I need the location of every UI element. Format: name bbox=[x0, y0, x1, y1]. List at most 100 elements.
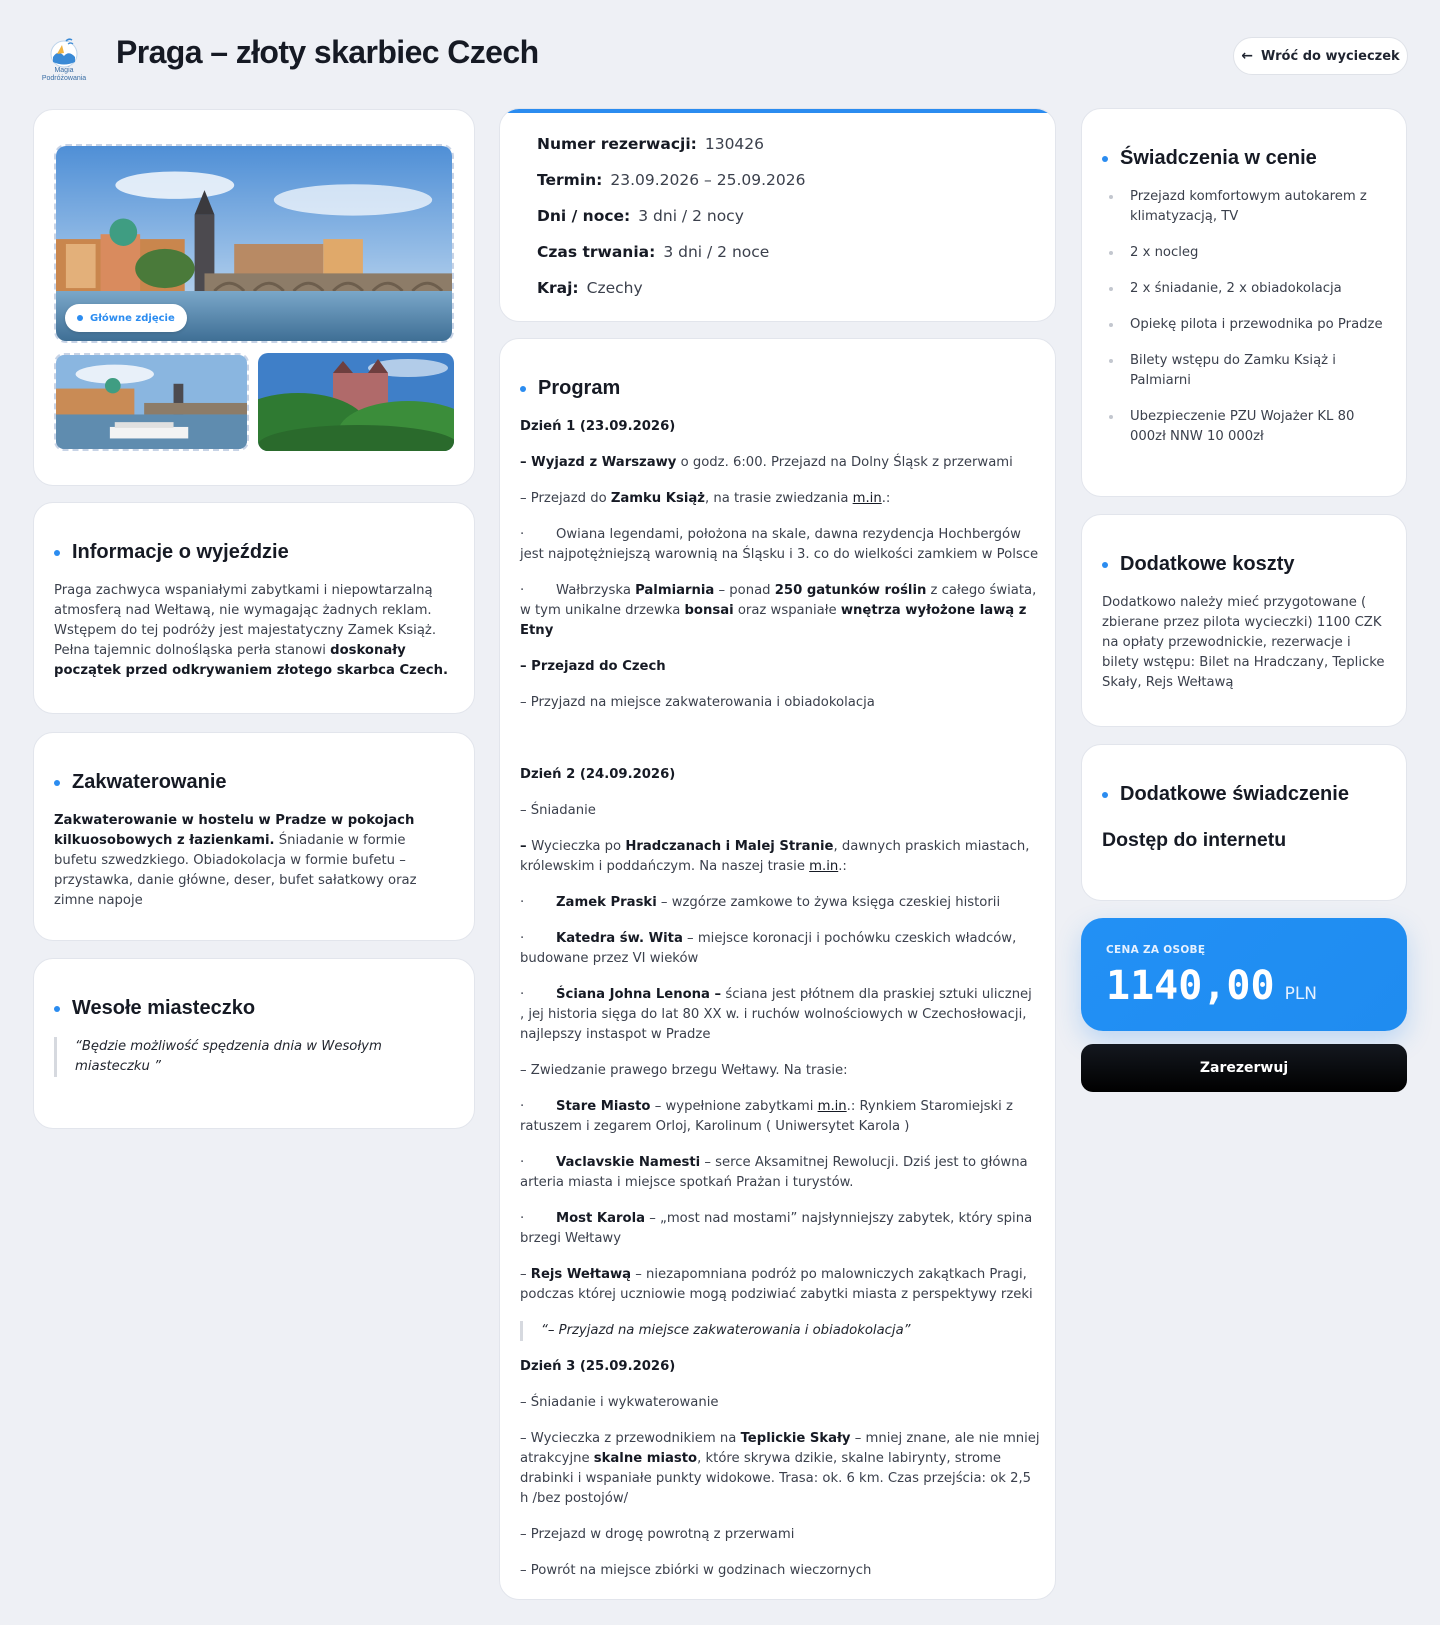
booking-label: Termin: bbox=[537, 171, 603, 189]
thumbnail-photo-2[interactable] bbox=[258, 353, 454, 451]
price-amount: 1140,00 PLN bbox=[1106, 963, 1317, 1009]
back-to-trips-button[interactable]: ← Wróć do wycieczek bbox=[1233, 37, 1408, 75]
bullet-icon: · bbox=[520, 1099, 525, 1114]
booking-row-number: Numer rezerwacji: 130426 bbox=[537, 135, 764, 153]
program-line: – Zwiedzanie prawego brzegu Wełtawy. Na … bbox=[520, 1061, 1040, 1081]
heading-dot-icon bbox=[1102, 561, 1108, 568]
underlined-link[interactable]: m.in bbox=[853, 491, 882, 506]
program-line: – Przyjazd na miejsce zakwaterowania i o… bbox=[520, 693, 1040, 713]
text-bold: Stare Miasto bbox=[556, 1099, 651, 1114]
heading-dot-icon bbox=[54, 1005, 60, 1012]
program-heading: Program bbox=[520, 377, 620, 400]
text-bold: – Przejazd do Czech bbox=[520, 659, 666, 674]
list-item: Bilety wstępu do Zamku Książ i Palmiarni bbox=[1102, 351, 1392, 391]
list-item: 2 x śniadanie, 2 x obiadokolacja bbox=[1102, 279, 1392, 299]
heading-dot-icon bbox=[1102, 155, 1108, 162]
included-heading: Świadczenia w cenie bbox=[1102, 147, 1317, 170]
program-bullet: · Most Karola – „most nad mostami” najsły… bbox=[520, 1209, 1040, 1249]
thumbnail-photo-1[interactable] bbox=[54, 353, 249, 451]
text: – bbox=[520, 1267, 531, 1282]
reserve-button[interactable]: Zarezerwuj bbox=[1081, 1044, 1407, 1092]
program-line: – Przejazd do Zamku Książ, na trasie zwi… bbox=[520, 489, 1040, 509]
list-item: Przejazd komfortowym autokarem z klimaty… bbox=[1102, 187, 1392, 227]
text: – Śniadanie bbox=[520, 803, 596, 818]
text: – Powrót na miejsce zbiórki w godzinach … bbox=[520, 1563, 872, 1578]
trip-info-card: Informacje o wyjeździe Praga zachwyca ws… bbox=[33, 502, 475, 714]
price-value: 1140,00 bbox=[1106, 963, 1275, 1009]
text: – Wycieczka z przewodnikiem na bbox=[520, 1431, 741, 1446]
booking-label: Kraj: bbox=[537, 279, 579, 297]
underlined-link[interactable]: m.in bbox=[809, 859, 838, 874]
text: o godz. 6:00. Przejazd na Dolny Śląsk z … bbox=[676, 455, 1013, 470]
trip-info-title: Informacje o wyjeździe bbox=[72, 541, 289, 563]
program-title: Program bbox=[538, 377, 621, 399]
program-quote: “– Przyjazd na miejsce zakwaterowania i … bbox=[520, 1321, 1040, 1341]
amusement-park-card: Wesołe miasteczko “Będzie możliwość spęd… bbox=[33, 958, 475, 1129]
text-bold: Zamek Praski bbox=[556, 895, 657, 910]
amusement-park-heading: Wesołe miasteczko bbox=[54, 997, 255, 1020]
booking-value: 3 dni / 2 nocy bbox=[638, 207, 744, 225]
text-bold: – Wyjazd z Warszawy bbox=[520, 455, 677, 470]
accommodation-text: Zakwaterowanie w hostelu w Pradze w poko… bbox=[54, 811, 450, 911]
text: , na trasie zwiedzania bbox=[704, 491, 853, 506]
text-bold: Katedra św. Wita bbox=[556, 931, 683, 946]
bullet-icon: · bbox=[520, 895, 525, 910]
program-bullet: · Katedra św. Wita – miejsce koronacji i … bbox=[520, 929, 1040, 969]
text: .: bbox=[881, 491, 891, 506]
additional-costs-heading: Dodatkowe koszty bbox=[1102, 553, 1294, 576]
text: – Przyjazd na miejsce zakwaterowania i o… bbox=[520, 695, 875, 710]
program-bullet: · Ściana Johna Lenona – ściana jest płótn… bbox=[520, 985, 1040, 1045]
heading-dot-icon bbox=[520, 385, 526, 392]
day-3-heading: Dzień 3 (25.09.2026) bbox=[520, 1359, 676, 1374]
program-card: Program Dzień 1 (23.09.2026) – Wyjazd z … bbox=[499, 338, 1056, 1600]
program-bullet: · Wałbrzyska Palmiarnia – ponad 250 gatun… bbox=[520, 581, 1040, 641]
text: Wałbrzyska bbox=[556, 583, 636, 598]
day-1-heading: Dzień 1 (23.09.2026) bbox=[520, 419, 676, 434]
text-bold: Hradczanach i Malej Stranie bbox=[625, 839, 834, 854]
included-list: Przejazd komfortowym autokarem z klimaty… bbox=[1102, 187, 1392, 463]
text: – wzgórze zamkowe to żywa księga czeskie… bbox=[656, 895, 1001, 910]
included-services-card: Świadczenia w cenie Przejazd komfortowym… bbox=[1081, 108, 1407, 497]
text: .: bbox=[838, 859, 847, 874]
bullet-icon: · bbox=[520, 1211, 525, 1226]
accommodation-card: Zakwaterowanie Zakwaterowanie w hostelu … bbox=[33, 732, 475, 941]
bullet-icon: · bbox=[520, 1155, 525, 1170]
text: – Przejazd w drogę powrotną z przerwami bbox=[520, 1527, 795, 1542]
additional-service-title: Dodatkowe świadczenie bbox=[1120, 783, 1349, 805]
heading-dot-icon bbox=[54, 549, 60, 556]
program-line: – Wyjazd z Warszawy o godz. 6:00. Przeja… bbox=[520, 453, 1040, 473]
bullet-icon: · bbox=[520, 931, 525, 946]
badge-label: Główne zdjęcie bbox=[90, 312, 175, 324]
bullet-icon: · bbox=[520, 987, 525, 1002]
text-bold: bonsai bbox=[684, 603, 734, 618]
text: – Zwiedzanie prawego brzegu Wełtawy. Na … bbox=[520, 1063, 848, 1078]
program-body: Dzień 1 (23.09.2026) – Wyjazd z Warszawy… bbox=[520, 417, 1040, 1597]
additional-costs-title: Dodatkowe koszty bbox=[1120, 553, 1295, 575]
main-photo-badge: Główne zdjęcie bbox=[65, 304, 187, 332]
text-bold: Zamku Książ bbox=[610, 491, 705, 506]
arrow-left-icon: ← bbox=[1241, 48, 1254, 64]
booking-value: Czechy bbox=[586, 279, 643, 297]
trip-info-heading: Informacje o wyjeździe bbox=[54, 541, 289, 564]
text: – Śniadanie i wykwaterowanie bbox=[520, 1395, 719, 1410]
underlined-link[interactable]: m.in bbox=[818, 1099, 847, 1114]
booking-label: Czas trwania: bbox=[537, 243, 656, 261]
additional-service-heading: Dodatkowe świadczenie bbox=[1102, 783, 1349, 806]
text-bold: Palmiarnia bbox=[635, 583, 715, 598]
back-button-label: Wróć do wycieczek bbox=[1261, 48, 1400, 64]
price-label: CENA ZA OSOBĘ bbox=[1106, 944, 1206, 956]
amusement-park-quote: “Będzie możliwość spędzenia dnia w Wesoł… bbox=[54, 1037, 434, 1077]
text-bold: Vaclavskie Namesti bbox=[556, 1155, 701, 1170]
list-item: Opiekę pilota i przewodnika po Pradze bbox=[1102, 315, 1392, 335]
trip-info-text: Praga zachwyca wspaniałymi zabytkami i n… bbox=[54, 581, 450, 681]
text-bold: Ściana Johna Lenona – bbox=[556, 987, 722, 1002]
booking-value: 130426 bbox=[704, 135, 765, 153]
program-line: – Powrót na miejsce zbiórki w godzinach … bbox=[520, 1561, 1040, 1581]
badge-dot-icon bbox=[77, 315, 83, 321]
text-bold: Rejs Wełtawą bbox=[530, 1267, 632, 1282]
bullet-icon: · bbox=[520, 527, 525, 542]
list-item: Ubezpieczenie PZU Wojażer KL 80 000zł NN… bbox=[1102, 407, 1392, 447]
header: Magia Podróżowania Praga – złoty skarbie… bbox=[0, 0, 1440, 105]
main-photo[interactable]: Główne zdjęcie bbox=[54, 144, 454, 343]
program-line: – Śniadanie i wykwaterowanie bbox=[520, 1393, 1040, 1413]
